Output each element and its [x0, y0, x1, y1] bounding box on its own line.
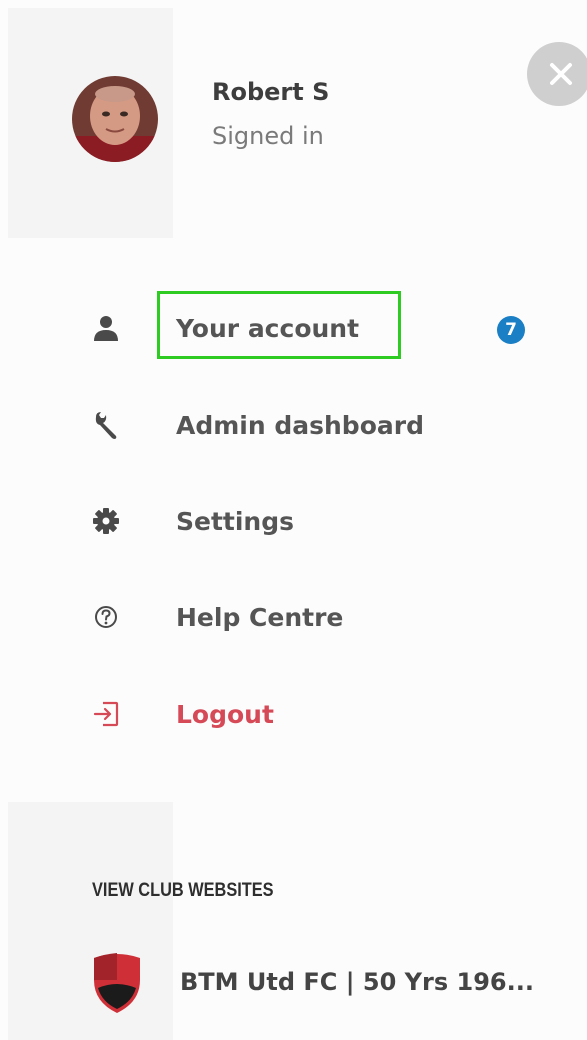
logout-icon — [90, 698, 122, 730]
gear-icon — [90, 505, 122, 537]
club-link[interactable]: BTM Utd FC | 50 Yrs 196... — [70, 950, 560, 1020]
menu-item-help-centre[interactable]: Help Centre — [60, 587, 550, 647]
menu-item-label: Logout — [176, 700, 274, 729]
close-button[interactable] — [527, 42, 587, 106]
menu-item-settings[interactable]: Settings — [60, 491, 550, 551]
profile-status: Signed in — [212, 122, 324, 150]
menu-item-logout[interactable]: Logout — [60, 684, 550, 744]
notification-badge: 7 — [497, 316, 525, 344]
menu-item-label: Help Centre — [176, 603, 344, 632]
avatar — [72, 76, 158, 162]
profile-name: Robert S — [212, 78, 330, 106]
close-icon — [550, 63, 572, 85]
person-icon — [90, 312, 122, 344]
selection-highlight — [157, 291, 401, 359]
menu-item-label: Settings — [176, 507, 295, 536]
club-crest-icon — [90, 950, 144, 1014]
menu-item-label: Admin dashboard — [176, 411, 424, 440]
wrench-icon — [90, 409, 122, 441]
section-heading: VIEW CLUB WEBSITES — [92, 880, 274, 901]
menu-item-admin-dashboard[interactable]: Admin dashboard — [60, 395, 550, 455]
help-circle-icon — [90, 601, 122, 633]
club-name: BTM Utd FC | 50 Yrs 196... — [180, 968, 534, 996]
